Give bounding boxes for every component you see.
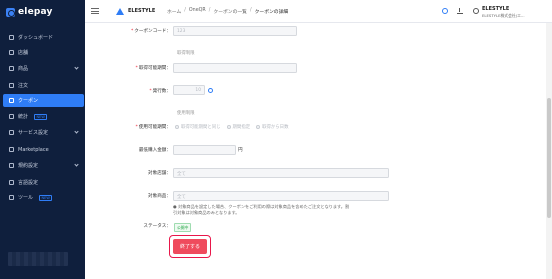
order-icon [9,83,14,88]
new-badge: NEW [34,113,48,120]
sidebar-item-tool[interactable]: ツール NEW [3,191,84,204]
breadcrumb-separator: / [184,8,186,13]
store-logo-icon [116,8,124,15]
chevron-down-icon [74,65,79,70]
logo[interactable]: elepay [6,6,53,18]
end-coupon-button[interactable]: 終了する [173,239,207,254]
coupon-icon [9,98,14,103]
target-store-field[interactable]: 全て [173,168,389,178]
sidebar-item-label: サービス設定 [18,130,49,136]
product-icon [9,66,14,71]
tool-icon [9,195,14,200]
target-store-label: 対象店舗： [148,171,171,176]
issue-count-label: *発行数： [149,89,171,94]
terms-icon [9,163,14,168]
acquire-period-label: *取得可能期間： [135,66,171,71]
store-icon [9,50,14,55]
stats-icon [9,114,14,119]
acquire-period-field[interactable] [173,63,297,73]
radio-days-from-acquire[interactable]: 取得から日数 [256,124,288,130]
user-company: ELESTYLE株式会社(エ... [482,13,525,18]
user-avatar-icon[interactable] [473,8,479,14]
marketplace-icon [9,147,14,152]
radio-specify-period[interactable]: 期間指定 [226,124,250,130]
breadcrumb-oneqr[interactable]: OneQR [189,8,206,15]
sidebar: elepay ダッシュボード 店舗 商品 注文 クーポン 統計 NEW サービス… [0,0,85,279]
user-name[interactable]: ELESTYLE [482,6,509,12]
sidebar-item-label: 注文 [18,83,29,89]
sidebar-item-label: 統計 [18,114,29,120]
breadcrumb-home[interactable]: ホーム [167,8,181,15]
radio-same-as-acquire[interactable]: 取得可能期間と同じ [175,124,221,130]
chevron-down-icon [74,162,79,167]
sidebar-item-label: 言語設定 [18,180,39,186]
sidebar-item-marketplace[interactable]: Marketplace [3,143,84,156]
target-product-note: ● 対象商品を設定した場合、クーポンをご利用の際は対象商品を含めたご注文となりま… [173,204,403,217]
sidebar-item-terms[interactable]: 規約設定 [3,159,84,172]
coupon-detail-form: *クーポンコード： 123 取得制限 *取得可能期間： *発行数： 10 使用制… [85,23,546,279]
sidebar-item-language[interactable]: 言語設定 [3,176,84,189]
menu-toggle-icon[interactable] [91,8,99,16]
sidebar-item-dashboard[interactable]: ダッシュボード [3,31,84,44]
issue-count-field[interactable]: 10 [173,85,205,95]
min-purchase-label: 最低購入金額： [138,148,171,153]
help-icon[interactable] [442,8,448,14]
usage-period-label: *使用可能期間： [135,125,171,130]
target-product-field[interactable]: 全て [173,191,389,201]
sidebar-item-label: ダッシュボード [18,35,54,41]
usage-limit-section: 使用制限 [177,111,195,116]
language-icon [9,180,14,185]
sidebar-item-label: ツール [18,195,34,201]
sidebar-item-order[interactable]: 注文 [3,79,84,92]
store-name[interactable]: ELESTYLE [128,8,155,14]
acquire-limit-section: 取得制限 [177,51,195,56]
sidebar-item-label: クーポン [18,98,39,104]
sidebar-item-stats[interactable]: 統計 NEW [3,110,84,123]
sidebar-item-product[interactable]: 商品 [3,62,84,75]
scrollbar-thumb[interactable] [547,98,551,218]
min-purchase-field[interactable] [173,145,236,155]
target-product-label: 対象商品： [148,194,171,199]
logo-text: elepay [18,7,53,17]
sidebar-item-label: 店舗 [18,50,29,56]
service-settings-icon [9,130,14,135]
status-label: ステータス： [143,224,171,229]
elepay-logo-icon [6,7,15,17]
breadcrumb-separator: / [249,8,252,13]
breadcrumb-coupon-list[interactable]: クーポンの一覧 [213,8,247,15]
header: ELESTYLE ホーム / OneQR / クーポンの一覧 / クーポンの詳細… [85,0,552,23]
chevron-down-icon [74,129,79,134]
coupon-code-field[interactable]: 123 [173,26,297,36]
sidebar-item-label: Marketplace [18,146,49,153]
sidebar-item-label: 商品 [18,66,29,72]
sidebar-item-service-settings[interactable]: サービス設定 [3,126,84,139]
download-icon[interactable] [457,8,463,14]
dashboard-icon [9,35,14,40]
blurred-account-area [8,252,68,266]
breadcrumb: ホーム / OneQR / クーポンの一覧 / クーポンの詳細 [167,8,288,15]
new-badge: NEW [39,194,53,201]
info-icon[interactable] [208,88,213,93]
coupon-code-label: *クーポンコード： [130,29,171,34]
sidebar-item-coupon[interactable]: クーポン [3,94,84,107]
breadcrumb-separator: / [208,8,211,13]
breadcrumb-current: クーポンの詳細 [254,10,289,15]
usage-period-options: 取得可能期間と同じ 期間指定 取得から日数 [175,124,288,130]
sidebar-item-label: 規約設定 [18,163,39,169]
sidebar-item-store[interactable]: 店舗 [3,46,84,59]
yen-unit: 円 [238,148,243,153]
note-line-2: 引対象は対象商品のみとなります。 [173,210,240,216]
status-badge: 公開中 [174,223,192,232]
